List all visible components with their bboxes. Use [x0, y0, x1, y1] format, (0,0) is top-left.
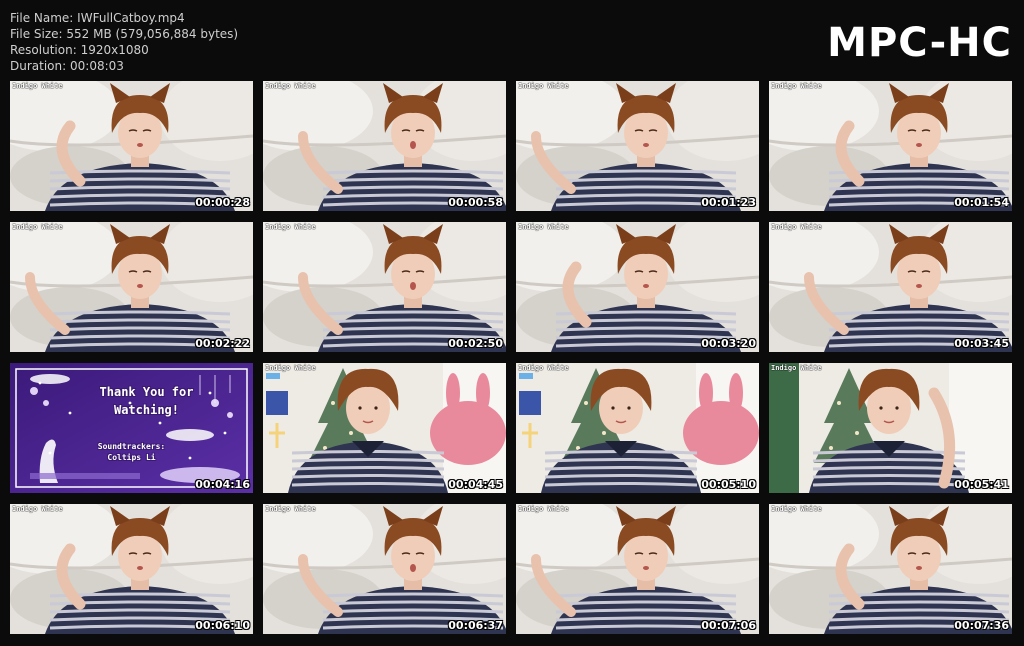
video-thumbnail[interactable]: Indigo White 00:01:23	[516, 81, 759, 211]
thumbnail-timestamp: 00:02:50	[448, 337, 503, 350]
video-thumbnail[interactable]: Indigo White 00:00:28	[10, 81, 253, 211]
end-card-line: Thank You for	[99, 385, 194, 399]
thumbnail-frame-image	[263, 81, 506, 211]
video-thumbnail[interactable]: Indigo White 00:01:54	[769, 81, 1012, 211]
duration-value: 00:08:03	[70, 59, 124, 73]
thumbnail-frame-image	[10, 504, 253, 634]
video-thumbnail[interactable]: Thank You for Watching! Soundtrackers: Colt…	[10, 363, 253, 493]
channel-watermark: Indigo White	[518, 505, 569, 513]
file-name-value: IWFullCatboy.mp4	[77, 11, 185, 25]
thumbnail-frame-image	[516, 81, 759, 211]
thumbnail-grid: Indigo White 00:00:28 Indigo White 00:00:58…	[10, 81, 1012, 634]
duration-row: Duration: 00:08:03	[10, 58, 238, 74]
channel-watermark: Indigo White	[771, 223, 822, 231]
thumbnail-frame-image	[10, 81, 253, 211]
video-thumbnail[interactable]: Indigo White 00:00:58	[263, 81, 506, 211]
channel-watermark: Indigo White	[771, 82, 822, 90]
thumbnail-timestamp: 00:07:36	[954, 619, 1009, 632]
thumbnail-frame-image	[769, 222, 1012, 352]
channel-watermark: Indigo White	[771, 505, 822, 513]
channel-watermark: Indigo White	[12, 82, 63, 90]
channel-watermark: Indigo White	[771, 364, 822, 372]
end-card-line: Watching!	[113, 403, 180, 417]
thumbnail-frame-image	[263, 222, 506, 352]
video-thumbnail[interactable]: Indigo White 00:05:41	[769, 363, 1012, 493]
thumbnail-timestamp: 00:06:37	[448, 619, 503, 632]
thumbnail-frame-image	[516, 222, 759, 352]
thumbnail-timestamp: 00:03:45	[954, 337, 1009, 350]
video-thumbnail[interactable]: Indigo White 00:03:45	[769, 222, 1012, 352]
channel-watermark: Indigo White	[265, 82, 316, 90]
video-thumbnail[interactable]: Indigo White 00:02:50	[263, 222, 506, 352]
video-thumbnail[interactable]: Indigo White 00:07:06	[516, 504, 759, 634]
channel-watermark: Indigo White	[265, 364, 316, 372]
video-thumbnail[interactable]: Indigo White 00:04:45	[263, 363, 506, 493]
thumbnail-frame-image	[10, 222, 253, 352]
channel-watermark: Indigo White	[12, 505, 63, 513]
resolution-row: Resolution: 1920x1080	[10, 42, 238, 58]
thumbnail-timestamp: 00:00:28	[195, 196, 250, 209]
channel-watermark: Indigo White	[265, 223, 316, 231]
channel-watermark: Indigo White	[518, 364, 569, 372]
file-name-label: File Name:	[10, 11, 74, 25]
video-thumbnail[interactable]: Indigo White 00:02:22	[10, 222, 253, 352]
channel-watermark: Indigo White	[12, 223, 63, 231]
resolution-label: Resolution:	[10, 43, 77, 57]
end-card-credit-name: Coltips Li	[107, 453, 156, 462]
thumbnail-timestamp: 00:05:10	[701, 478, 756, 491]
thumbnail-frame-image	[769, 504, 1012, 634]
thumbnail-frame-image	[516, 363, 759, 493]
thumbnail-timestamp: 00:05:41	[954, 478, 1009, 491]
file-info-panel: File Name: IWFullCatboy.mp4 File Size: 5…	[10, 10, 238, 74]
thumbnail-frame-image	[263, 504, 506, 634]
video-thumbnail[interactable]: Indigo White 00:07:36	[769, 504, 1012, 634]
channel-watermark: Indigo White	[518, 223, 569, 231]
thumbnail-frame-image	[769, 363, 1012, 493]
end-card-credit-heading: Soundtrackers:	[97, 442, 166, 451]
thumbnail-frame-image	[516, 504, 759, 634]
thumbnail-timestamp: 00:04:16	[195, 478, 250, 491]
file-size-row: File Size: 552 MB (579,056,884 bytes)	[10, 26, 238, 42]
thumbnail-timestamp: 00:03:20	[701, 337, 756, 350]
file-size-label: File Size:	[10, 27, 63, 41]
file-size-value: 552 MB (579,056,884 bytes)	[66, 27, 239, 41]
resolution-value: 1920x1080	[80, 43, 149, 57]
end-card-credits: Soundtrackers: Coltips Li	[10, 441, 253, 463]
duration-label: Duration:	[10, 59, 67, 73]
thumbnail-timestamp: 00:07:06	[701, 619, 756, 632]
channel-watermark: Indigo White	[518, 82, 569, 90]
thumbnail-timestamp: 00:01:23	[701, 196, 756, 209]
thumbnail-frame-image	[263, 363, 506, 493]
file-name-row: File Name: IWFullCatboy.mp4	[10, 10, 238, 26]
video-thumbnail[interactable]: Indigo White 00:05:10	[516, 363, 759, 493]
video-thumbnail[interactable]: Indigo White 00:06:10	[10, 504, 253, 634]
thumbnail-timestamp: 00:02:22	[195, 337, 250, 350]
thumbnail-timestamp: 00:06:10	[195, 619, 250, 632]
thumbnail-timestamp: 00:01:54	[954, 196, 1009, 209]
video-thumbnail[interactable]: Indigo White 00:06:37	[263, 504, 506, 634]
thumbnail-timestamp: 00:00:58	[448, 196, 503, 209]
brand-logo: MPC-HC	[827, 20, 1012, 66]
thumbnail-timestamp: 00:04:45	[448, 478, 503, 491]
channel-watermark: Indigo White	[265, 505, 316, 513]
thumbnail-frame-image	[769, 81, 1012, 211]
end-card-title: Thank You for Watching!	[10, 383, 253, 419]
video-thumbnail[interactable]: Indigo White 00:03:20	[516, 222, 759, 352]
